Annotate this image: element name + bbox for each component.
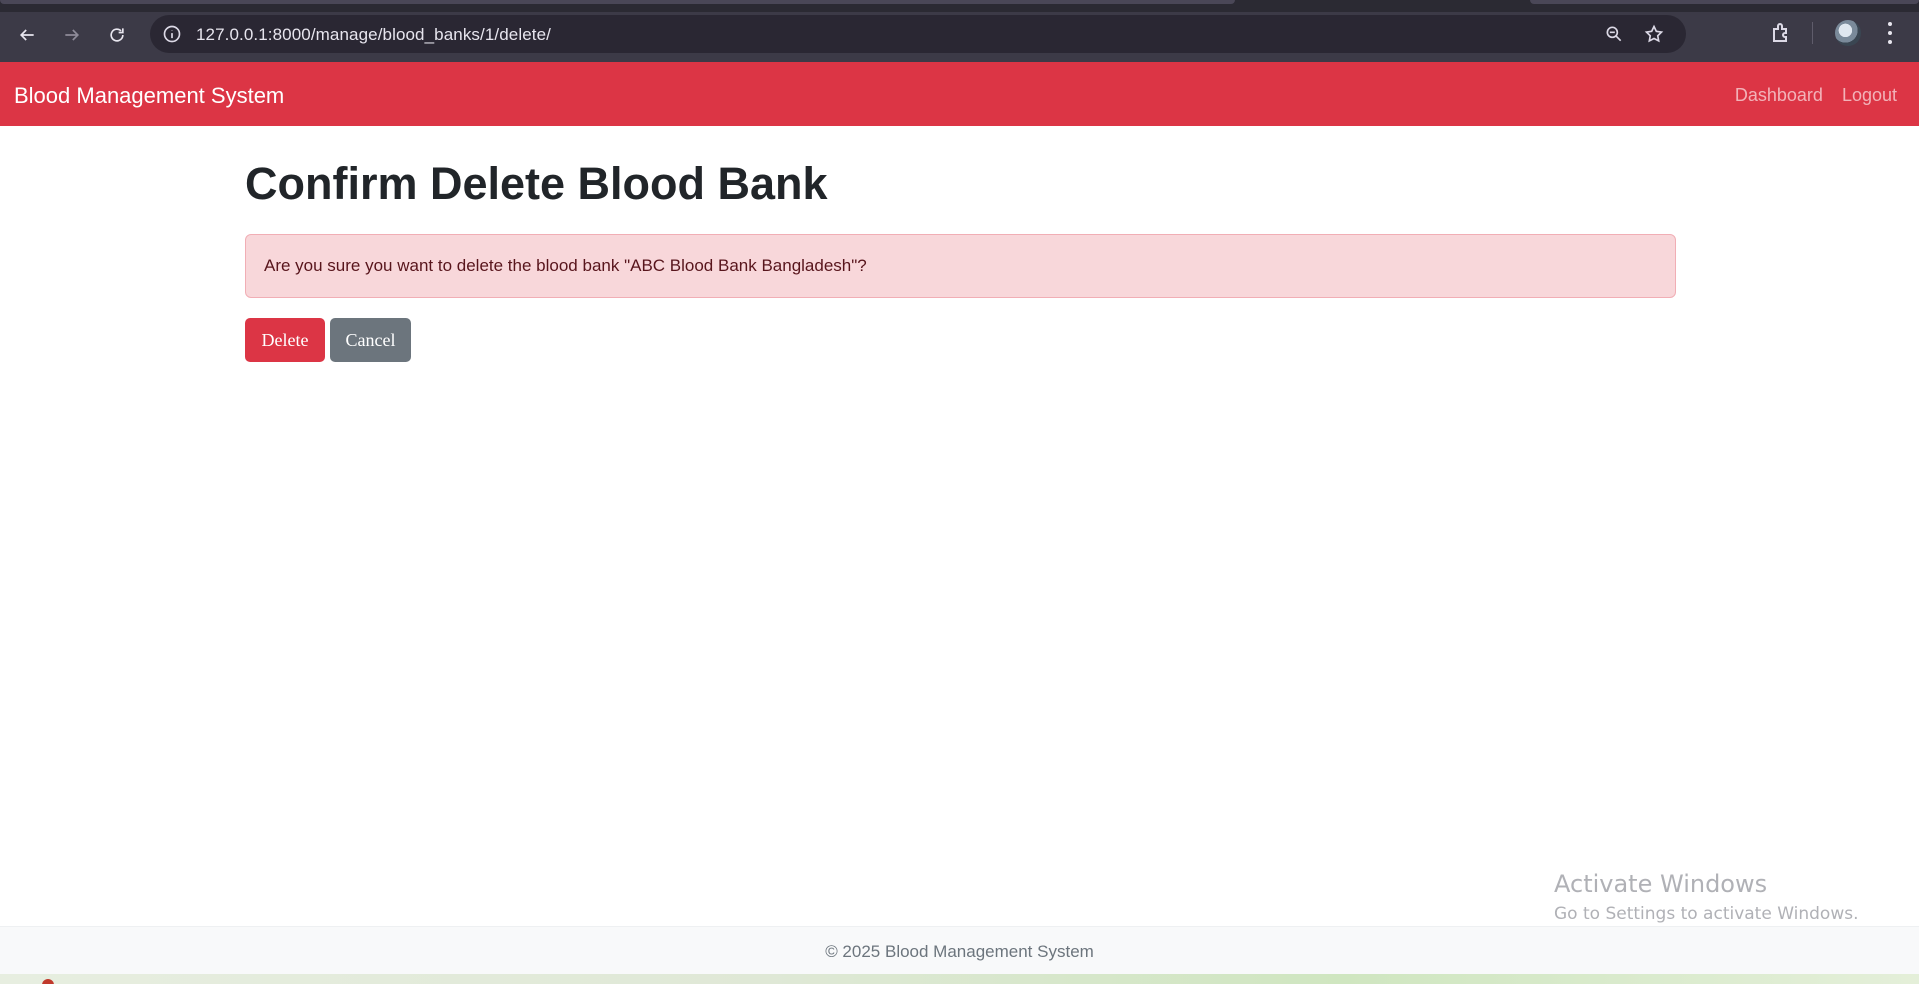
taskbar-app-icon[interactable] xyxy=(42,979,54,984)
alert-message: Are you sure you want to delete the bloo… xyxy=(264,256,867,275)
profile-avatar[interactable] xyxy=(1835,20,1861,46)
bookmark-star-icon[interactable] xyxy=(1644,24,1664,44)
nav-link-logout[interactable]: Logout xyxy=(1842,85,1897,106)
address-bar[interactable]: 127.0.0.1:8000/manage/blood_banks/1/dele… xyxy=(150,15,1686,53)
footer-text: © 2025 Blood Management System xyxy=(825,942,1094,961)
active-tab[interactable] xyxy=(0,0,1235,4)
page-footer: © 2025 Blood Management System xyxy=(0,926,1919,974)
cancel-button[interactable]: Cancel xyxy=(330,318,411,362)
zoom-icon[interactable] xyxy=(1604,24,1624,44)
app-navbar: Blood Management System Dashboard Logout xyxy=(0,62,1919,126)
toolbar-separator xyxy=(1812,22,1813,44)
browser-menu-icon[interactable] xyxy=(1882,20,1898,46)
confirm-alert: Are you sure you want to delete the bloo… xyxy=(245,234,1676,298)
nav-link-dashboard[interactable]: Dashboard xyxy=(1735,85,1823,106)
brand-link[interactable]: Blood Management System xyxy=(14,83,284,109)
taskbar-edge xyxy=(0,974,1919,984)
url-text[interactable]: 127.0.0.1:8000/manage/blood_banks/1/dele… xyxy=(196,25,551,45)
forward-icon[interactable] xyxy=(57,20,87,50)
back-icon[interactable] xyxy=(12,20,42,50)
watermark-title: Activate Windows xyxy=(1554,870,1768,898)
nav-links: Dashboard Logout xyxy=(1735,85,1897,106)
site-info-icon[interactable] xyxy=(162,24,182,44)
delete-button[interactable]: Delete xyxy=(245,318,325,362)
browser-chrome: 127.0.0.1:8000/manage/blood_banks/1/dele… xyxy=(0,0,1919,62)
extensions-icon[interactable] xyxy=(1769,21,1793,45)
page-title: Confirm Delete Blood Bank xyxy=(245,158,828,209)
reload-icon[interactable] xyxy=(102,20,132,50)
inactive-tab[interactable] xyxy=(1530,0,1919,4)
activate-windows-watermark: Activate Windows Go to Settings to activ… xyxy=(1554,870,1859,924)
watermark-subtitle: Go to Settings to activate Windows. xyxy=(1554,904,1859,924)
